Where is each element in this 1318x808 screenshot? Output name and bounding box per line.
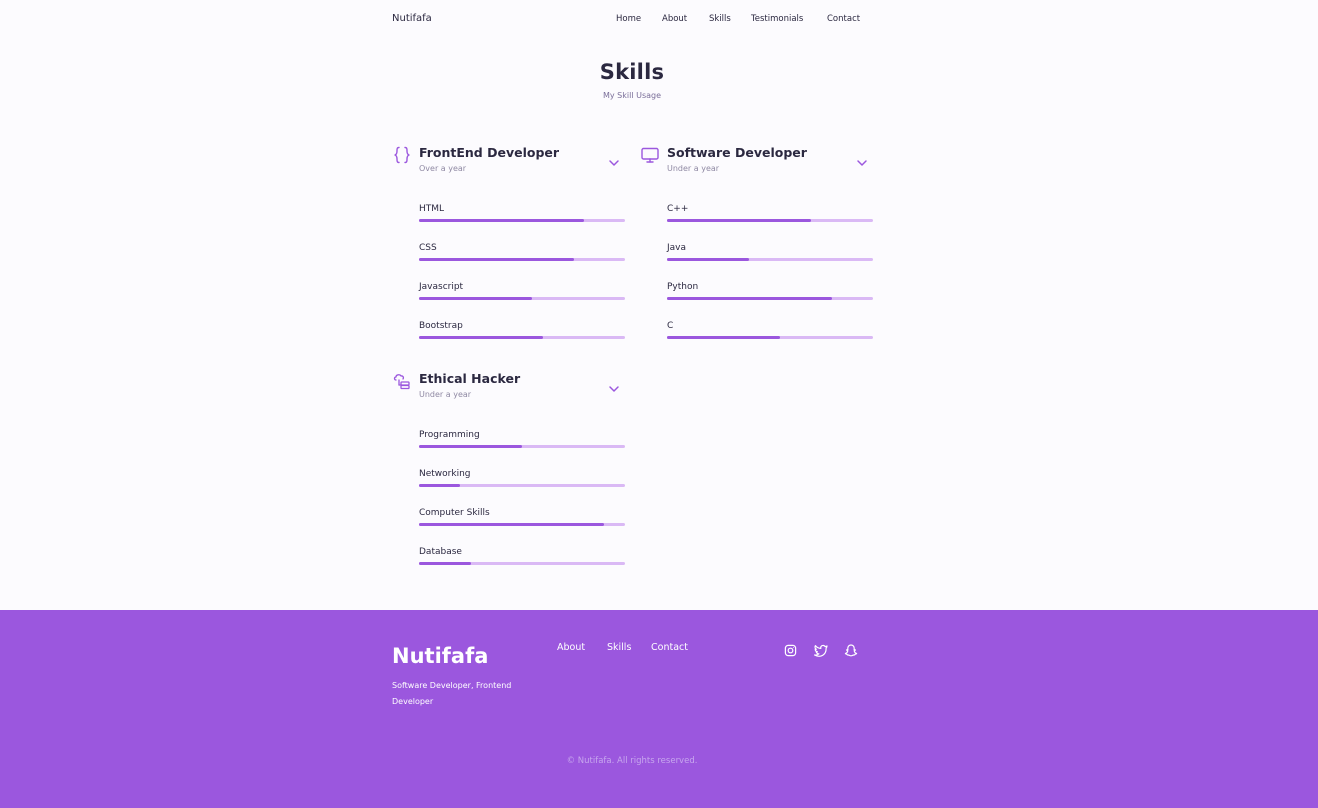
skill-bar-fill bbox=[419, 562, 471, 565]
twitter-icon[interactable] bbox=[814, 642, 828, 657]
server-network-icon bbox=[392, 371, 412, 391]
skill-item: Python bbox=[667, 282, 873, 312]
copyright-text: © Nutifafa. All rights reserved. bbox=[566, 756, 698, 766]
skill-bar-fill bbox=[667, 258, 750, 261]
skill-item: Computer Skills bbox=[419, 508, 625, 538]
skill-group-title: Ethical Hacker bbox=[419, 371, 521, 386]
skill-group-subtitle: Over a year bbox=[419, 164, 467, 173]
skill-bar bbox=[419, 562, 625, 565]
skill-name: CSS bbox=[419, 243, 437, 253]
chevron-down-icon[interactable] bbox=[608, 378, 620, 392]
footer-link-contact[interactable]: Contact bbox=[651, 642, 688, 653]
skill-item: Programming bbox=[419, 430, 625, 460]
skill-item: HTML bbox=[419, 204, 625, 234]
skill-name: Computer Skills bbox=[419, 508, 490, 518]
skill-bar-fill bbox=[419, 523, 605, 526]
skill-bar bbox=[667, 258, 873, 261]
skill-group-subtitle: Under a year bbox=[419, 390, 472, 399]
skill-bar-fill bbox=[667, 219, 812, 222]
skill-group-title: FrontEnd Developer bbox=[419, 145, 560, 160]
monitor-icon bbox=[640, 145, 660, 165]
skill-bar bbox=[419, 258, 625, 261]
section-title: Skills bbox=[599, 60, 665, 84]
main-nav: Home About Skills Testimonials Contact bbox=[0, 14, 1318, 28]
skill-bar bbox=[667, 336, 873, 339]
nav-testimonials[interactable]: Testimonials bbox=[751, 14, 803, 24]
skill-name: Database bbox=[419, 547, 462, 557]
skill-name: Java bbox=[667, 243, 687, 253]
snapchat-icon[interactable] bbox=[844, 642, 858, 657]
site-footer: Nutifafa Software Developer, Frontend De… bbox=[0, 610, 1318, 808]
skill-item: Javascript bbox=[419, 282, 625, 312]
skill-group-title: Software Developer bbox=[667, 145, 807, 160]
skill-bar-fill bbox=[419, 258, 574, 261]
nav-about[interactable]: About bbox=[662, 14, 687, 24]
skill-name: C bbox=[667, 321, 674, 331]
skill-bar-fill bbox=[419, 484, 461, 487]
skill-bar-fill bbox=[419, 336, 543, 339]
skill-bar bbox=[419, 219, 625, 222]
footer-subtitle: Software Developer, Frontend Developer bbox=[392, 681, 512, 706]
skill-item: CSS bbox=[419, 243, 625, 273]
skill-name: Networking bbox=[419, 469, 471, 479]
skill-name: Bootstrap bbox=[419, 321, 463, 331]
skill-bar bbox=[419, 484, 625, 487]
footer-link-about[interactable]: About bbox=[557, 642, 585, 653]
nav-home[interactable]: Home bbox=[616, 14, 641, 24]
footer-title: Nutifafa bbox=[392, 644, 489, 668]
skill-bar-fill bbox=[667, 336, 781, 339]
skill-name: C++ bbox=[667, 204, 689, 214]
skill-item: C++ bbox=[667, 204, 873, 234]
skill-item: C bbox=[667, 321, 873, 351]
skill-item: Bootstrap bbox=[419, 321, 625, 351]
skill-group-software: Software Developer Under a year C++ Java… bbox=[640, 145, 880, 339]
skill-group-header[interactable]: Ethical Hacker Under a year bbox=[392, 371, 632, 411]
skill-bar bbox=[667, 297, 873, 300]
skill-bar bbox=[419, 336, 625, 339]
skill-bar bbox=[419, 523, 625, 526]
chevron-down-icon[interactable] bbox=[856, 152, 868, 166]
skill-bar-fill bbox=[419, 445, 522, 448]
skill-bar bbox=[667, 219, 873, 222]
skill-item: Database bbox=[419, 547, 625, 577]
skill-name: Python bbox=[667, 282, 699, 292]
footer-link-skills[interactable]: Skills bbox=[607, 642, 631, 653]
skill-name: HTML bbox=[419, 204, 445, 214]
skill-group-subtitle: Under a year bbox=[667, 164, 720, 173]
skill-bar-fill bbox=[419, 297, 533, 300]
skill-group-header[interactable]: FrontEnd Developer Over a year bbox=[392, 145, 632, 185]
skill-name: Programming bbox=[419, 430, 480, 440]
chevron-down-icon[interactable] bbox=[608, 152, 620, 166]
nav-contact[interactable]: Contact bbox=[827, 14, 860, 24]
skill-item: Java bbox=[667, 243, 873, 273]
skill-bar bbox=[419, 297, 625, 300]
skill-group-header[interactable]: Software Developer Under a year bbox=[640, 145, 880, 185]
skill-group-frontend: FrontEnd Developer Over a year HTML CSS … bbox=[392, 145, 632, 339]
site-header: Nutifafa Home About Skills Testimonials … bbox=[0, 0, 1318, 38]
code-braces-icon bbox=[392, 145, 412, 165]
skill-name: Javascript bbox=[419, 282, 464, 292]
skill-bar bbox=[419, 445, 625, 448]
skill-item: Networking bbox=[419, 469, 625, 499]
skill-bar-fill bbox=[667, 297, 832, 300]
skill-group-ethical-hacker: Ethical Hacker Under a year Programming … bbox=[392, 371, 632, 565]
instagram-icon[interactable] bbox=[784, 642, 798, 657]
section-subtitle: My Skill Usage bbox=[602, 91, 662, 100]
skill-bar-fill bbox=[419, 219, 584, 222]
nav-skills[interactable]: Skills bbox=[709, 14, 731, 24]
